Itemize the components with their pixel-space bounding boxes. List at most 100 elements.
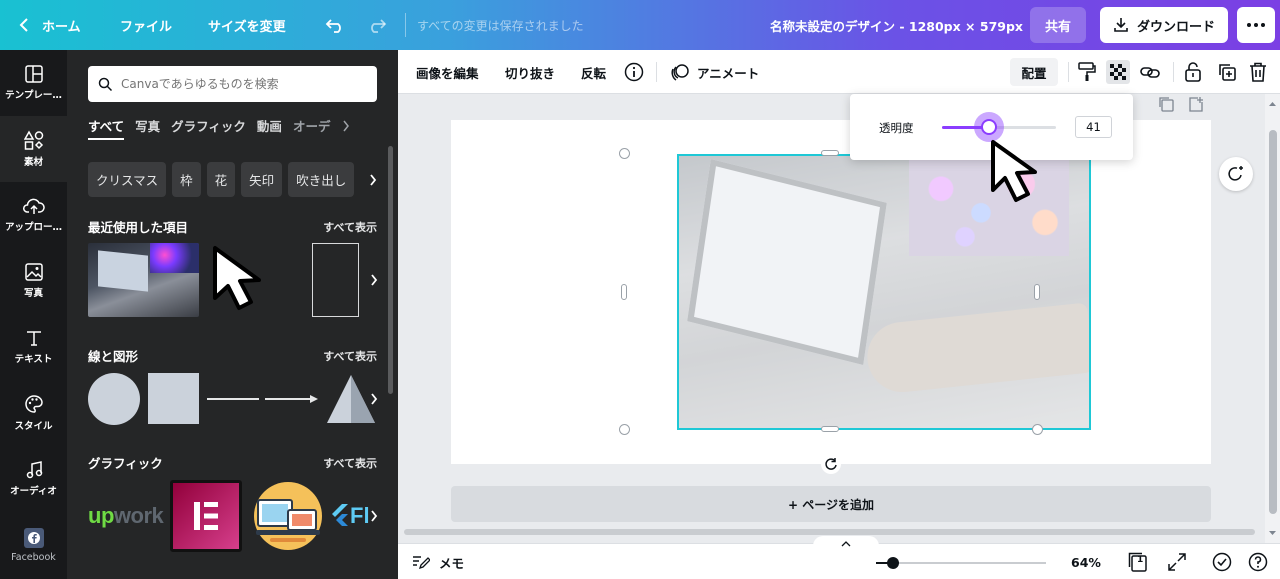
info-button[interactable]: [624, 50, 644, 94]
rail-item-photos[interactable]: 写真: [0, 248, 67, 314]
tab-graphics[interactable]: グラフィック: [171, 116, 257, 140]
rail-item-elements[interactable]: 素材: [0, 116, 67, 182]
graphics-next-button[interactable]: [367, 506, 381, 526]
music-note-icon: [26, 461, 42, 479]
help-button[interactable]: [1248, 544, 1268, 579]
download-button[interactable]: ダウンロード: [1100, 7, 1228, 43]
shape-circle[interactable]: [88, 373, 140, 425]
chips-next-button[interactable]: [364, 162, 382, 197]
scroll-up-arrow-icon[interactable]: [1265, 98, 1280, 110]
shapes-next-button[interactable]: [367, 389, 381, 409]
chevron-up-icon: [841, 541, 851, 547]
resize-handle-right[interactable]: [1034, 284, 1040, 300]
vertical-scrollbar-thumb[interactable]: [1269, 130, 1277, 514]
graphic-upwork-logo[interactable]: upwork: [88, 503, 164, 529]
toolbar-divider: [1068, 62, 1069, 82]
design-title[interactable]: 名称未設定のデザイン - 1280px × 579px: [770, 0, 1023, 50]
tab-audio[interactable]: オーデ: [293, 116, 342, 140]
tab-all[interactable]: すべて: [88, 116, 125, 140]
duplicate-page-icon: [1159, 97, 1174, 112]
refresh-suggestions-button[interactable]: [1219, 157, 1253, 191]
graphic-flutter-logo[interactable]: Fl: [332, 503, 370, 529]
resize-handle-top[interactable]: [821, 150, 839, 156]
shapes-see-all[interactable]: すべて表示: [323, 348, 377, 364]
chevron-right-icon: [371, 510, 378, 522]
shape-line[interactable]: [207, 398, 259, 400]
tab-photos[interactable]: 写真: [135, 116, 171, 140]
resize-handle-bottom-right[interactable]: [1032, 424, 1043, 435]
expand-icon: [1168, 553, 1186, 571]
notes-button[interactable]: メモ: [412, 544, 464, 579]
category-tabs: すべて 写真 グラフィック 動画 オーデ: [88, 116, 351, 140]
chip-flower[interactable]: 花: [206, 162, 236, 197]
duplicate-button[interactable]: [1217, 50, 1237, 94]
transparency-slider-knob[interactable]: [981, 119, 997, 135]
redo-button[interactable]: [367, 0, 387, 50]
rail-item-facebook[interactable]: Facebook: [0, 512, 67, 578]
rail-item-text[interactable]: テキスト: [0, 314, 67, 380]
recent-next-button[interactable]: [367, 270, 381, 290]
resize-handle-left[interactable]: [621, 284, 627, 300]
resize-handle-bottom[interactable]: [821, 426, 839, 432]
lock-button[interactable]: [1185, 50, 1201, 94]
rail-label-audio: オーディオ: [10, 486, 57, 497]
delete-button[interactable]: [1249, 50, 1267, 94]
transparency-label: 透明度: [879, 121, 914, 135]
page-count-button[interactable]: 1: [1128, 544, 1148, 579]
graphic-computer-illustration[interactable]: [250, 480, 326, 552]
rail-item-templates[interactable]: テンプレー…: [0, 50, 67, 116]
recent-thumb-frame[interactable]: [312, 243, 359, 317]
chip-speech-bubble[interactable]: 吹き出し: [288, 162, 355, 197]
animate-button[interactable]: アニメート: [670, 50, 759, 94]
recent-thumb-laptop[interactable]: [88, 243, 199, 317]
fullscreen-button[interactable]: [1168, 544, 1186, 579]
panel-scrollbar[interactable]: [388, 146, 393, 394]
recent-title: 最近使用した項目: [88, 220, 189, 235]
rail-item-styles[interactable]: スタイル: [0, 380, 67, 446]
share-button[interactable]: 共有: [1030, 7, 1086, 43]
resize-button[interactable]: サイズを変更: [208, 0, 286, 50]
edit-image-button[interactable]: 画像を編集: [416, 50, 479, 94]
flip-button[interactable]: 反転: [581, 50, 606, 94]
transparency-slider[interactable]: [942, 112, 1056, 142]
zoom-slider-knob[interactable]: [887, 557, 899, 569]
page-duplicate-button[interactable]: [1158, 96, 1174, 116]
shape-arrow-line[interactable]: [265, 395, 318, 403]
horizontal-scrollbar-thumb[interactable]: [404, 529, 1255, 535]
file-menu[interactable]: ファイル: [120, 0, 172, 50]
chip-frame[interactable]: 枠: [172, 162, 201, 197]
rail-item-audio[interactable]: オーディオ: [0, 446, 67, 512]
chip-christmas[interactable]: クリスマス: [88, 162, 167, 197]
expand-pages-button[interactable]: [813, 536, 879, 552]
add-page-button[interactable]: + ページを追加: [451, 486, 1211, 522]
chevron-right-icon[interactable]: [341, 118, 351, 134]
arrange-button[interactable]: 配置: [1010, 58, 1058, 86]
add-page-top-button[interactable]: [1188, 96, 1204, 116]
copy-style-button[interactable]: [1078, 50, 1096, 94]
search-box[interactable]: [88, 66, 377, 102]
link-button[interactable]: [1140, 50, 1160, 94]
vertical-scrollbar[interactable]: [1265, 94, 1280, 543]
undo-button[interactable]: [325, 0, 345, 50]
rail-item-uploads[interactable]: アップロー…: [0, 182, 67, 248]
transparency-value-input[interactable]: 41: [1075, 116, 1112, 138]
rotate-handle[interactable]: [821, 454, 841, 474]
back-home-button[interactable]: ホーム: [18, 0, 81, 50]
zoom-percentage[interactable]: 64%: [1071, 544, 1101, 579]
shape-square[interactable]: [148, 373, 199, 424]
facebook-icon: [23, 527, 44, 548]
scroll-down-arrow-icon[interactable]: [1265, 527, 1280, 539]
resize-handle-top-left[interactable]: [619, 148, 630, 159]
graphics-see-all[interactable]: すべて表示: [323, 455, 377, 471]
search-input[interactable]: [121, 77, 361, 91]
resize-handle-bottom-left[interactable]: [619, 424, 630, 435]
chip-arrow[interactable]: 矢印: [241, 162, 283, 197]
crop-button[interactable]: 切り抜き: [505, 50, 555, 94]
transparency-button[interactable]: [1106, 50, 1130, 94]
recent-see-all[interactable]: すべて表示: [323, 219, 377, 235]
more-options-button[interactable]: [1237, 7, 1275, 43]
check-button[interactable]: [1212, 544, 1232, 579]
graphic-elementor-logo[interactable]: [170, 480, 242, 552]
zoom-slider[interactable]: [876, 557, 1046, 569]
tab-video[interactable]: 動画: [257, 116, 293, 140]
